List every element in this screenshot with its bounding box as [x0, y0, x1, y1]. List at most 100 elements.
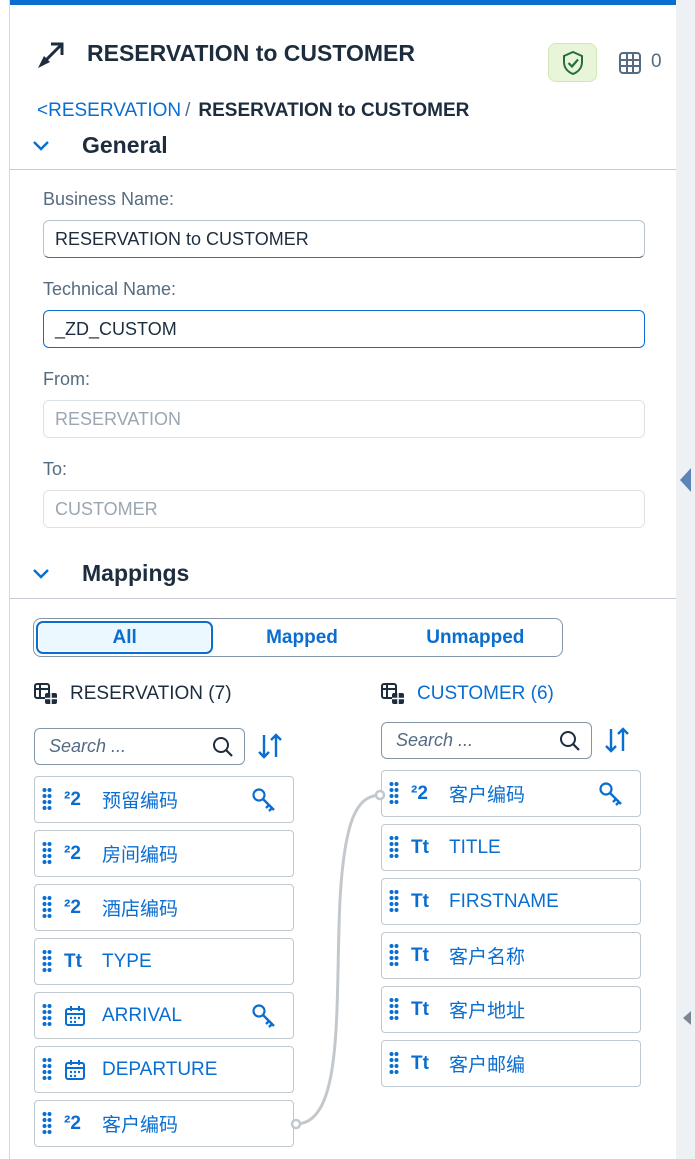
business-name-input[interactable]: RESERVATION to CUSTOMER [43, 220, 645, 258]
target-column-row[interactable]: Tt 客户名称 [381, 932, 641, 979]
drag-handle-icon[interactable] [42, 895, 52, 921]
column-name: 房间编码 [102, 845, 179, 866]
target-column-row[interactable]: Tt 客户邮编 [381, 1040, 641, 1087]
key-icon [599, 781, 622, 806]
column-name: 客户地址 [449, 1001, 526, 1022]
search-placeholder: Search ... [396, 730, 474, 750]
search-placeholder: Search ... [49, 736, 127, 756]
shield-check-icon [562, 50, 583, 75]
breadcrumb-parent-link[interactable]: <RESERVATION [37, 100, 181, 121]
calendar-icon [64, 1005, 92, 1026]
drag-handle-icon[interactable] [42, 949, 52, 975]
target-entity-name[interactable]: CUSTOMER (6) [417, 683, 554, 705]
text-icon: Tt [64, 950, 82, 972]
general-section-title[interactable]: General [82, 132, 168, 159]
search-icon[interactable] [559, 730, 581, 752]
page-title: RESERVATION to CUSTOMER [87, 40, 415, 66]
text-icon: Tt [411, 1052, 429, 1074]
column-name: TITLE [449, 836, 501, 858]
text-icon: Tt [411, 890, 429, 912]
source-column-row[interactable]: ²2 客户编码 [34, 1100, 294, 1147]
column-name: TYPE [102, 950, 152, 972]
sort-icon[interactable] [256, 732, 284, 760]
mapping-filter: All Mapped Unmapped [33, 618, 563, 657]
drag-handle-icon[interactable] [42, 1111, 52, 1137]
calendar-icon [64, 1059, 92, 1080]
column-name: 预留编码 [102, 791, 179, 812]
breadcrumb-separator: / [185, 100, 191, 121]
drag-handle-icon[interactable] [42, 841, 52, 867]
column-name: 酒店编码 [102, 899, 179, 920]
breadcrumb-current: RESERVATION to CUSTOMER [198, 100, 470, 121]
sort-icon[interactable] [603, 726, 631, 754]
text-icon: Tt [411, 998, 429, 1020]
column-name: FIRSTNAME [449, 890, 559, 912]
drag-handle-icon[interactable] [42, 787, 52, 813]
integer-icon: ²2 [411, 782, 428, 804]
text-icon: Tt [411, 944, 429, 966]
target-entity-header[interactable]: CUSTOMER (6) [381, 683, 554, 705]
table-grid-icon[interactable] [619, 52, 641, 74]
source-column-row[interactable]: ²2 酒店编码 [34, 884, 294, 931]
collapse-panel-arrow-icon[interactable] [680, 468, 691, 492]
top-accent-bar [10, 0, 677, 5]
drag-handle-icon[interactable] [389, 943, 399, 969]
drag-handle-icon[interactable] [42, 1003, 52, 1029]
source-search-input[interactable]: Search ... [34, 728, 245, 765]
target-column-row[interactable]: Tt FIRSTNAME [381, 878, 641, 925]
source-column-row[interactable]: Tt TYPE [34, 938, 294, 985]
chevron-down-icon[interactable] [32, 140, 50, 152]
technical-name-label: Technical Name: [43, 279, 177, 299]
target-column-row[interactable]: Tt TITLE [381, 824, 641, 871]
drag-handle-icon[interactable] [389, 781, 399, 807]
key-icon [252, 787, 275, 812]
validation-status-button[interactable] [548, 43, 597, 82]
filter-all-button[interactable]: All [36, 621, 214, 654]
to-field: CUSTOMER [43, 490, 645, 528]
key-icon [252, 1003, 275, 1028]
integer-icon: ²2 [64, 896, 81, 918]
source-column-row[interactable]: ARRIVAL [34, 992, 294, 1039]
source-column-row[interactable]: ²2 预留编码 [34, 776, 294, 823]
drag-handle-icon[interactable] [389, 835, 399, 861]
business-name-label: Business Name: [43, 189, 175, 209]
right-gutter [676, 0, 695, 1159]
target-column-row[interactable]: Tt 客户地址 [381, 986, 641, 1033]
column-name: 客户名称 [449, 947, 526, 968]
drag-handle-icon[interactable] [42, 1057, 52, 1083]
source-column-row[interactable]: ²2 房间编码 [34, 830, 294, 877]
from-field: RESERVATION [43, 400, 645, 438]
table-entity-icon [34, 683, 57, 704]
filter-unmapped-button[interactable]: Unmapped [389, 619, 562, 656]
column-name: 客户邮编 [449, 1055, 526, 1076]
integer-icon: ²2 [64, 788, 81, 810]
divider [10, 598, 676, 599]
panel-left-border [9, 0, 10, 1159]
integer-icon: ²2 [64, 842, 81, 864]
divider [10, 169, 676, 170]
text-icon: Tt [411, 836, 429, 858]
from-label: From: [43, 369, 90, 389]
breadcrumb: <RESERVATION / RESERVATION to CUSTOMER [37, 100, 469, 122]
filter-mapped-button[interactable]: Mapped [215, 619, 388, 656]
association-icon [38, 42, 64, 68]
technical-name-input[interactable]: _ZD_CUSTOM [43, 310, 645, 348]
source-entity-header: RESERVATION (7) [34, 683, 232, 705]
expand-arrow-icon[interactable] [683, 1011, 691, 1025]
target-search-input[interactable]: Search ... [381, 722, 592, 759]
search-icon[interactable] [212, 736, 234, 758]
source-column-row[interactable]: DEPARTURE [34, 1046, 294, 1093]
mappings-section-title[interactable]: Mappings [82, 560, 189, 587]
column-name: DEPARTURE [102, 1058, 218, 1080]
drag-handle-icon[interactable] [389, 997, 399, 1023]
grid-count: 0 [651, 51, 662, 72]
column-name: 客户编码 [102, 1115, 179, 1136]
target-column-row[interactable]: ²2 客户编码 [381, 770, 641, 817]
to-label: To: [43, 459, 68, 479]
source-entity-name: RESERVATION (7) [70, 683, 232, 704]
drag-handle-icon[interactable] [389, 1051, 399, 1077]
table-entity-icon [381, 683, 404, 704]
column-name: ARRIVAL [102, 1004, 182, 1026]
drag-handle-icon[interactable] [389, 889, 399, 915]
chevron-down-icon[interactable] [32, 568, 50, 580]
